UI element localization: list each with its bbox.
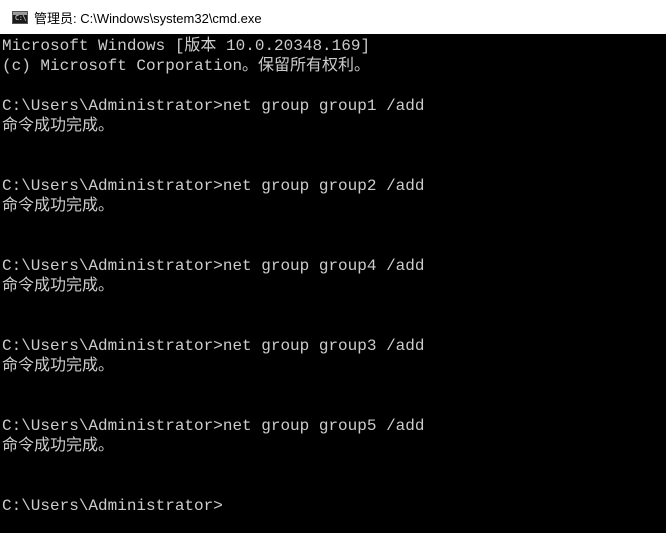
console-line: 命令成功完成。: [2, 357, 115, 375]
console-line: C:\Users\Administrator>net group group1 …: [2, 97, 425, 115]
cmd-window: C:\ 管理员: C:\Windows\system32\cmd.exe Mic…: [0, 0, 666, 533]
console-line: C:\Users\Administrator>net group group3 …: [2, 337, 425, 355]
console-line: Microsoft Windows [版本 10.0.20348.169]: [2, 37, 371, 55]
console-line: 命令成功完成。: [2, 437, 115, 455]
window-title: 管理员: C:\Windows\system32\cmd.exe: [34, 10, 262, 26]
console-line: (c) Microsoft Corporation。保留所有权利。: [2, 57, 371, 75]
command-prompt-icon: C:\: [12, 10, 28, 24]
console-line: C:\Users\Administrator>net group group4 …: [2, 257, 425, 275]
console-line: 命令成功完成。: [2, 197, 115, 215]
command-prompt-icon-glyph: C:\: [15, 13, 27, 22]
console-output[interactable]: Microsoft Windows [版本 10.0.20348.169] (c…: [0, 34, 666, 533]
console-line: 命令成功完成。: [2, 117, 115, 135]
title-bar[interactable]: C:\ 管理员: C:\Windows\system32\cmd.exe: [0, 0, 666, 34]
console-line: C:\Users\Administrator>net group group2 …: [2, 177, 425, 195]
console-line: C:\Users\Administrator>net group group5 …: [2, 417, 425, 435]
console-line: 命令成功完成。: [2, 277, 115, 295]
command-prompt-line[interactable]: C:\Users\Administrator>: [2, 496, 666, 516]
